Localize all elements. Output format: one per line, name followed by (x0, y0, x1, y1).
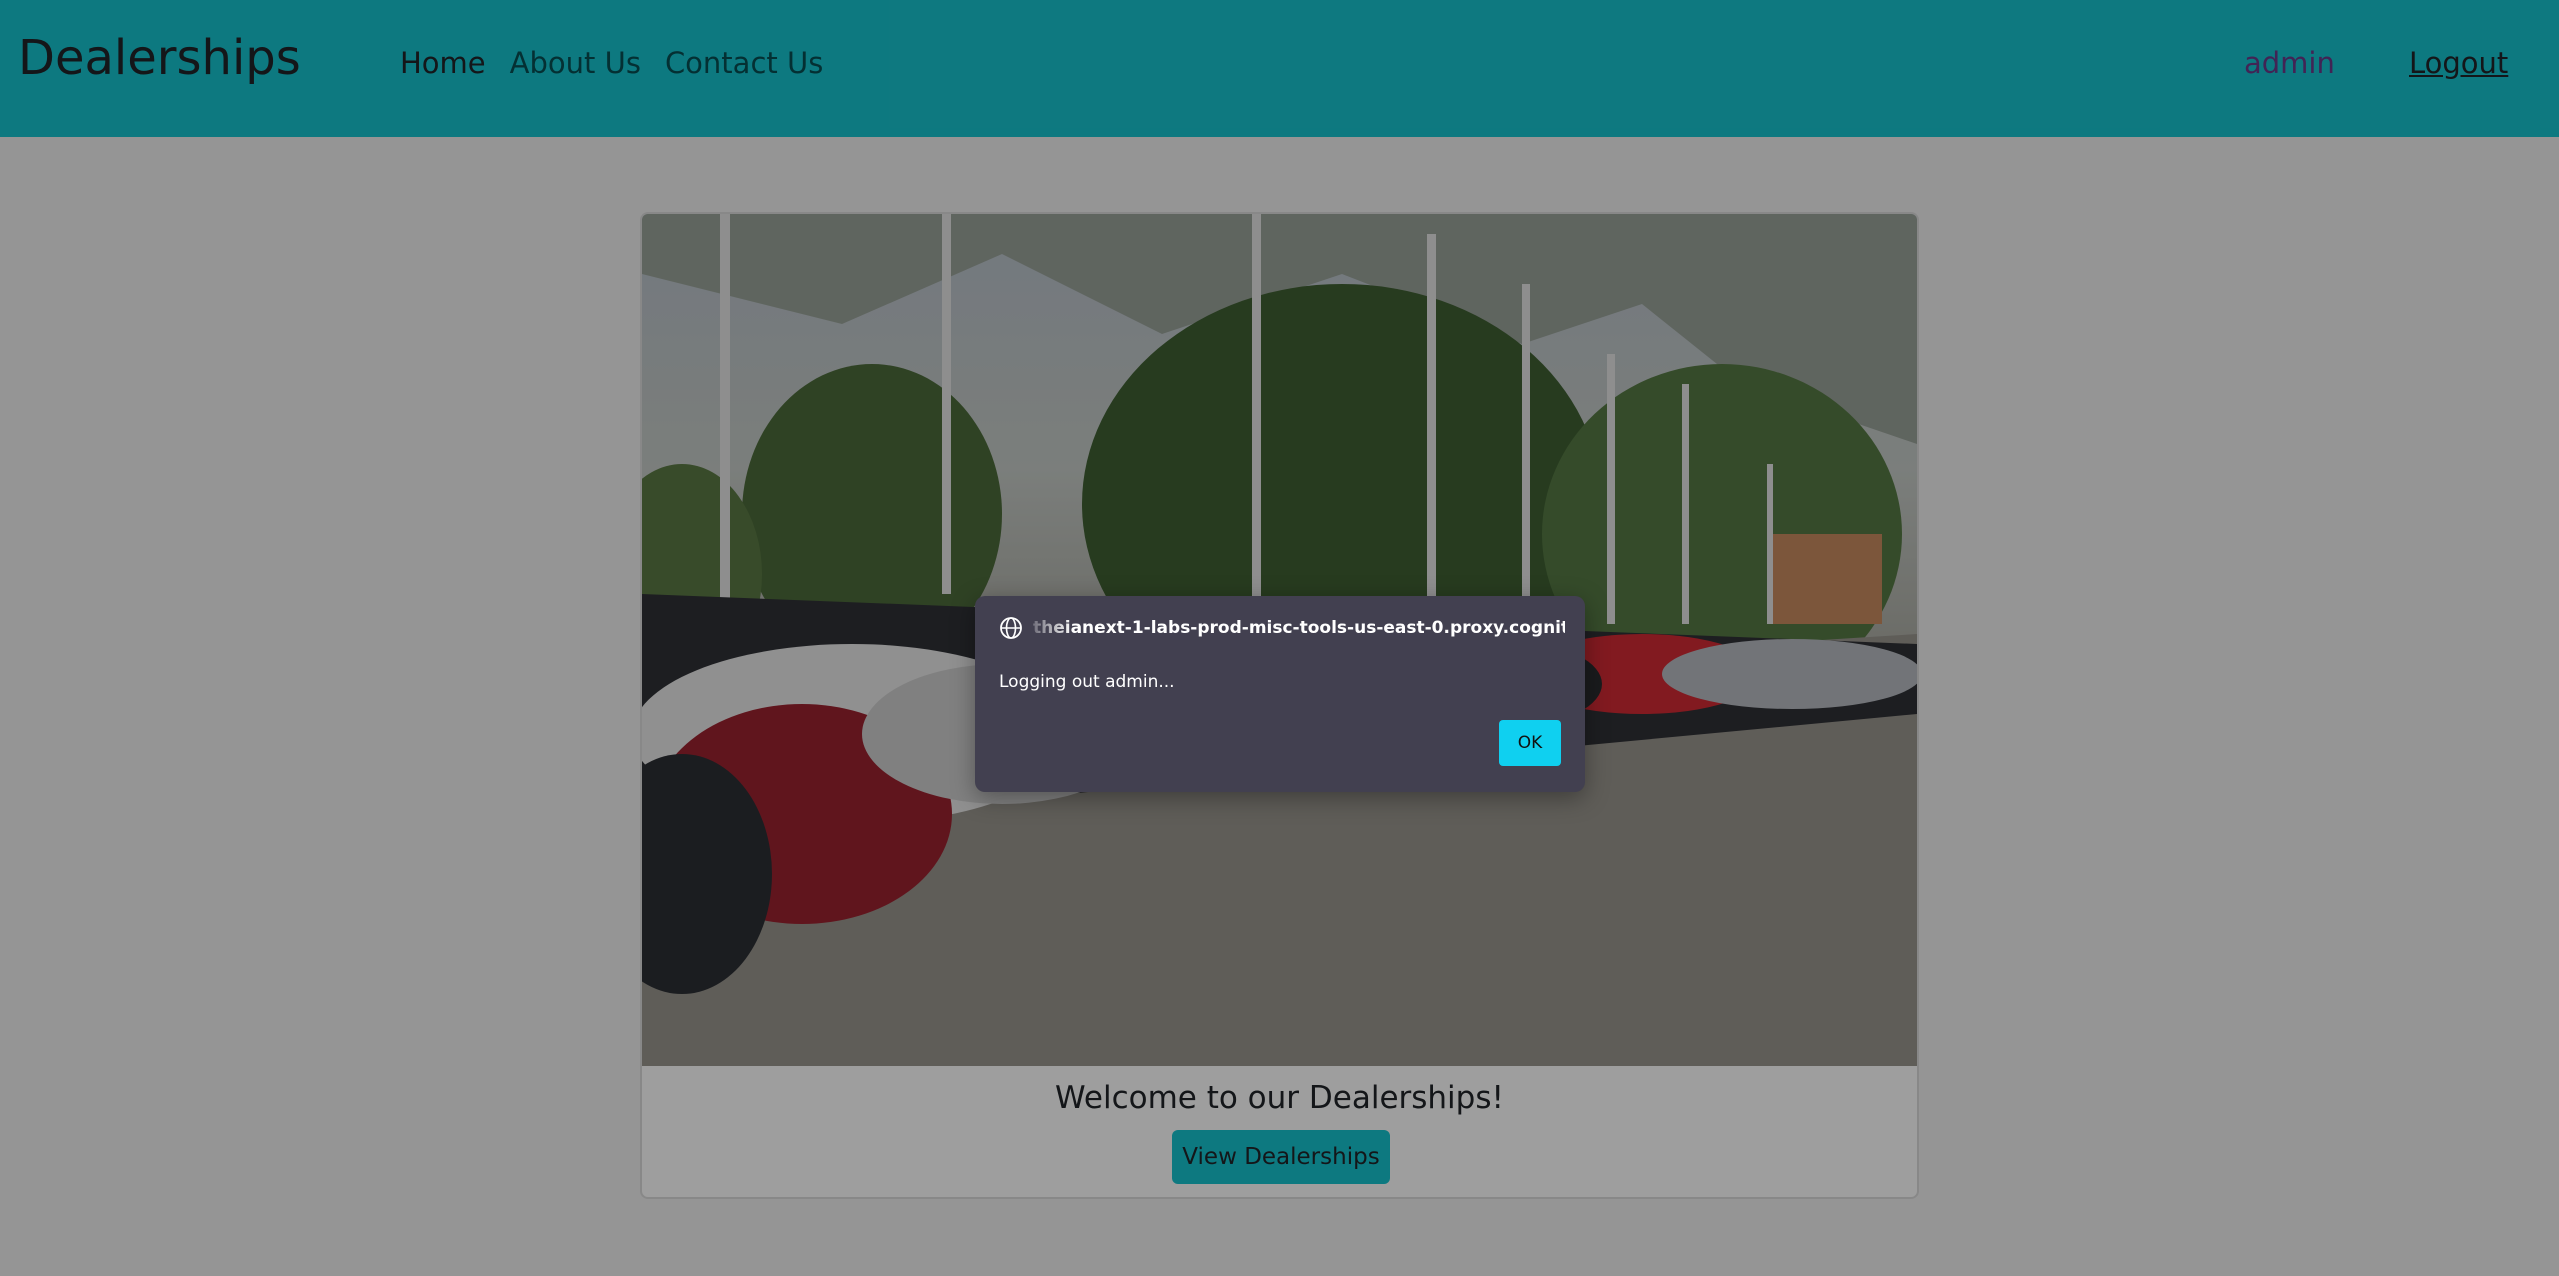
dialog-origin-text: theianext-1-labs-prod-misc-tools-us-east… (1033, 618, 1565, 638)
page: Dealerships Home About Us Contact Us adm… (0, 0, 2559, 1276)
dialog-origin: theianext-1-labs-prod-misc-tools-us-east… (999, 616, 1565, 640)
dialog-message: Logging out admin... (999, 672, 1175, 692)
alert-dialog: theianext-1-labs-prod-misc-tools-us-east… (975, 596, 1585, 792)
ok-button[interactable]: OK (1499, 720, 1561, 766)
globe-icon (1000, 617, 1022, 639)
